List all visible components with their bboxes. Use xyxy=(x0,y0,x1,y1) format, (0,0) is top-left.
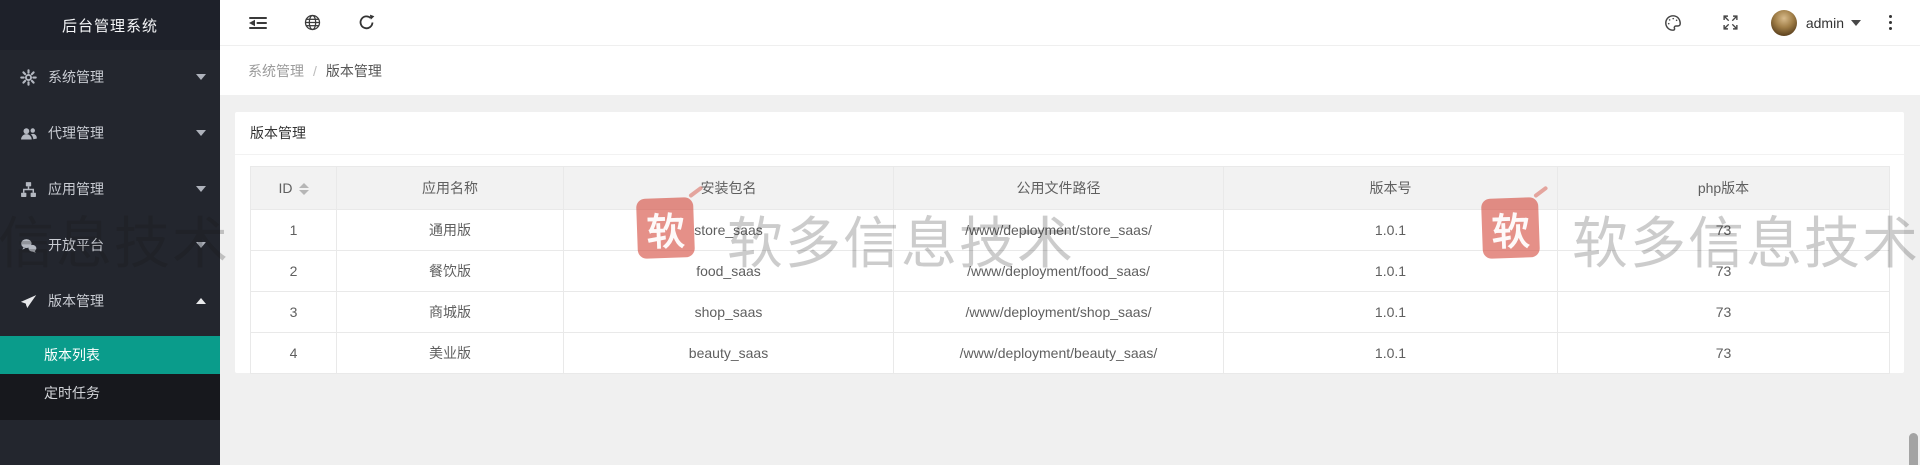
topbar-right: admin xyxy=(1663,10,1920,36)
table-cell: 1.0.1 xyxy=(1224,210,1558,251)
app-title: 后台管理系统 xyxy=(0,0,220,50)
table-cell: 2 xyxy=(251,251,337,292)
table-cell: 商城版 xyxy=(337,292,564,333)
column-header-安装包名: 安装包名 xyxy=(564,167,894,210)
breadcrumb-separator: / xyxy=(313,63,317,79)
submenu: 版本列表定时任务 xyxy=(0,336,220,420)
sidebar-item-代理管理[interactable]: 代理管理 xyxy=(0,110,220,156)
content-area: 版本管理 ID应用名称安装包名公用文件路径版本号php版本 1通用版store_… xyxy=(220,95,1920,465)
chevron-down-icon xyxy=(196,242,206,248)
table-cell: 73 xyxy=(1558,292,1890,333)
column-header-版本号: 版本号 xyxy=(1224,167,1558,210)
table-cell: 1 xyxy=(251,210,337,251)
column-header-ID[interactable]: ID xyxy=(251,167,337,210)
user-menu-label[interactable]: admin xyxy=(1806,15,1844,31)
table-cell: /www/deployment/store_saas/ xyxy=(894,210,1224,251)
version-card: 版本管理 ID应用名称安装包名公用文件路径版本号php版本 1通用版store_… xyxy=(235,112,1904,373)
sidebar-item-应用管理[interactable]: 应用管理 xyxy=(0,166,220,212)
wechat-icon xyxy=(20,237,37,254)
table-cell: 1.0.1 xyxy=(1224,292,1558,333)
table-cell: food_saas xyxy=(564,251,894,292)
chevron-down-icon xyxy=(196,130,206,136)
topbar: admin xyxy=(220,0,1920,46)
sidebar-item-版本管理[interactable]: 版本管理 xyxy=(0,278,220,324)
app-window: 后台管理系统 系统管理代理管理应用管理开放平台版本管理版本列表定时任务 xyxy=(0,0,1920,465)
table-cell: 3 xyxy=(251,292,337,333)
chevron-down-icon xyxy=(1851,20,1861,26)
table-cell: 通用版 xyxy=(337,210,564,251)
table-cell: store_saas xyxy=(564,210,894,251)
topbar-left-icons xyxy=(220,13,376,33)
breadcrumb-current: 版本管理 xyxy=(326,61,382,81)
table-cell: /www/deployment/food_saas/ xyxy=(894,251,1224,292)
column-header-公用文件路径: 公用文件路径 xyxy=(894,167,1224,210)
submenu-item-版本列表[interactable]: 版本列表 xyxy=(0,336,220,374)
sidebar-item-label: 应用管理 xyxy=(48,179,104,199)
column-header-应用名称: 应用名称 xyxy=(337,167,564,210)
table-cell: 餐饮版 xyxy=(337,251,564,292)
table-cell: /www/deployment/shop_saas/ xyxy=(894,292,1224,333)
vertical-scrollbar-thumb[interactable] xyxy=(1909,433,1918,465)
sidebar: 后台管理系统 系统管理代理管理应用管理开放平台版本管理版本列表定时任务 xyxy=(0,0,220,465)
table-cell: 1.0.1 xyxy=(1224,333,1558,374)
submenu-item-定时任务[interactable]: 定时任务 xyxy=(0,374,220,412)
chevron-down-icon xyxy=(196,74,206,80)
table-cell: beauty_saas xyxy=(564,333,894,374)
table-cell: 73 xyxy=(1558,210,1890,251)
paper-plane-icon xyxy=(20,293,37,310)
sidebar-item-系统管理[interactable]: 系统管理 xyxy=(0,54,220,100)
table-wrapper: ID应用名称安装包名公用文件路径版本号php版本 1通用版store_saas/… xyxy=(250,166,1889,374)
table-row: 4美业版beauty_saas/www/deployment/beauty_sa… xyxy=(251,333,1890,374)
table-cell: /www/deployment/beauty_saas/ xyxy=(894,333,1224,374)
table-cell: 73 xyxy=(1558,251,1890,292)
more-vertical-icon[interactable] xyxy=(1887,13,1894,32)
sidebar-item-开放平台[interactable]: 开放平台 xyxy=(0,222,220,268)
card-title: 版本管理 xyxy=(235,112,1904,155)
table-row: 3商城版shop_saas/www/deployment/shop_saas/1… xyxy=(251,292,1890,333)
outdent-icon[interactable] xyxy=(248,13,268,33)
column-header-php版本: php版本 xyxy=(1558,167,1890,210)
table-cell: 1.0.1 xyxy=(1224,251,1558,292)
table-cell: 73 xyxy=(1558,333,1890,374)
sidebar-item-label: 系统管理 xyxy=(48,67,104,87)
chevron-down-icon xyxy=(196,186,206,192)
globe-icon[interactable] xyxy=(302,13,322,33)
breadcrumb: 系统管理 / 版本管理 xyxy=(220,46,1920,95)
breadcrumb-parent[interactable]: 系统管理 xyxy=(248,61,304,81)
table-header-row: ID应用名称安装包名公用文件路径版本号php版本 xyxy=(251,167,1890,210)
sidebar-item-label: 版本管理 xyxy=(48,291,104,311)
palette-icon[interactable] xyxy=(1663,13,1683,33)
table-row: 1通用版store_saas/www/deployment/store_saas… xyxy=(251,210,1890,251)
gear-icon xyxy=(20,69,37,86)
sidebar-nav: 系统管理代理管理应用管理开放平台版本管理版本列表定时任务 xyxy=(0,50,220,420)
table-cell: 4 xyxy=(251,333,337,374)
sort-icon[interactable] xyxy=(299,183,309,195)
fullscreen-icon[interactable] xyxy=(1721,13,1741,33)
table-cell: 美业版 xyxy=(337,333,564,374)
sidebar-item-label: 开放平台 xyxy=(48,235,104,255)
table-cell: shop_saas xyxy=(564,292,894,333)
sitemap-icon xyxy=(20,181,37,198)
refresh-icon[interactable] xyxy=(356,13,376,33)
chevron-up-icon xyxy=(196,298,206,304)
users-icon xyxy=(20,125,37,142)
version-table: ID应用名称安装包名公用文件路径版本号php版本 1通用版store_saas/… xyxy=(250,166,1890,374)
avatar[interactable] xyxy=(1771,10,1797,36)
sidebar-item-label: 代理管理 xyxy=(48,123,104,143)
table-row: 2餐饮版food_saas/www/deployment/food_saas/1… xyxy=(251,251,1890,292)
